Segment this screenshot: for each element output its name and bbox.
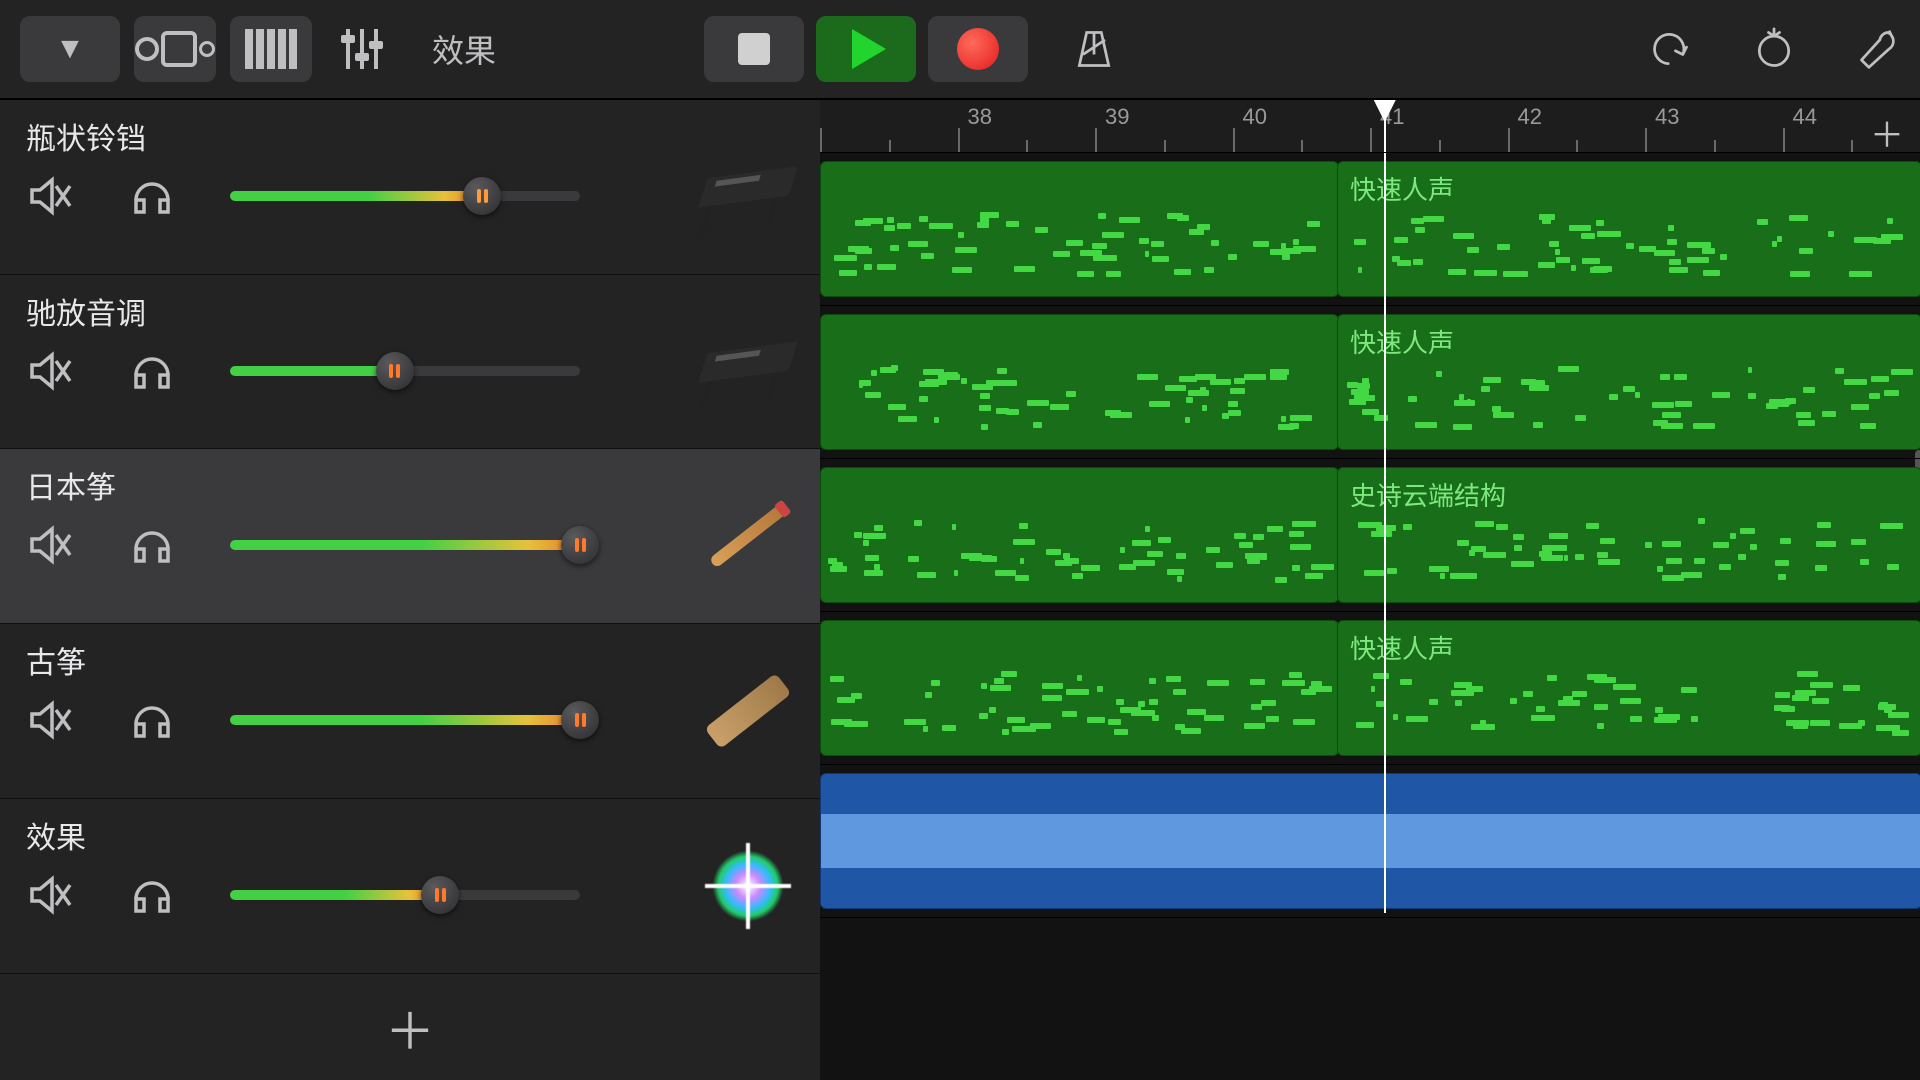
instrument-icon[interactable] <box>700 314 796 410</box>
midi-region[interactable] <box>820 620 1339 756</box>
loop-icon <box>1752 27 1796 71</box>
track-header[interactable]: 瓶状铃铛 <box>0 100 820 275</box>
instrument-icon[interactable] <box>700 488 796 584</box>
volume-slider[interactable] <box>230 185 580 207</box>
ruler-bar-number: 44 <box>1793 104 1817 130</box>
playhead-line <box>1384 153 1386 913</box>
region-label: 快速人声 <box>1350 170 1454 207</box>
midi-notes <box>827 365 1332 439</box>
browser-icon <box>135 31 215 67</box>
ruler-bar-number: 43 <box>1655 104 1679 130</box>
metronome-button[interactable] <box>1072 16 1116 82</box>
midi-notes <box>1344 365 1915 439</box>
playhead[interactable] <box>1384 100 1386 152</box>
solo-headphones-button[interactable] <box>128 347 176 395</box>
midi-notes <box>827 671 1332 745</box>
region-label: 快速人声 <box>1350 629 1454 666</box>
undo-icon <box>1648 27 1692 71</box>
mute-button[interactable] <box>26 696 74 744</box>
add-track-button[interactable]: ＋ <box>0 974 820 1080</box>
play-button[interactable] <box>816 16 916 82</box>
instrument-button[interactable] <box>230 16 312 82</box>
track-header[interactable]: 驰放音调 <box>0 275 820 450</box>
top-toolbar: ▼ .mixer span:nth-child(1)::after{top:6p… <box>0 0 1920 100</box>
midi-notes <box>827 518 1332 592</box>
instrument-icon[interactable] <box>700 139 796 235</box>
track-header-panel: 瓶状铃铛驰放音调日本筝古筝效果 ＋ <box>0 100 820 1080</box>
midi-region[interactable]: 快速人声 <box>1337 620 1920 756</box>
midi-region[interactable]: 史诗云端结构 <box>1337 467 1920 603</box>
volume-slider[interactable] <box>230 884 580 906</box>
solo-headphones-button[interactable] <box>128 871 176 919</box>
track-name: 瓶状铃铛 <box>26 114 800 158</box>
mute-button[interactable] <box>26 172 74 220</box>
region-label: 史诗云端结构 <box>1350 476 1506 513</box>
track-lane[interactable]: 快速人声 <box>820 612 1920 765</box>
ruler-bar-number: 42 <box>1518 104 1542 130</box>
ruler[interactable]: ＋ 3839404142434445 <box>820 100 1920 153</box>
track-name: 驰放音调 <box>26 289 800 333</box>
midi-region[interactable] <box>820 161 1339 297</box>
midi-notes <box>827 212 1332 286</box>
track-name: 古筝 <box>26 638 800 682</box>
ruler-bar-number: 39 <box>1105 104 1129 130</box>
undo-button[interactable] <box>1648 16 1692 82</box>
settings-button[interactable] <box>1856 16 1900 82</box>
view-menu-button[interactable]: ▼ <box>20 16 120 82</box>
mixer-sliders-icon: .mixer span:nth-child(1)::after{top:6px}… <box>346 29 378 69</box>
midi-notes <box>1344 671 1915 745</box>
midi-notes <box>1344 212 1915 286</box>
browser-button[interactable] <box>134 16 216 82</box>
stop-button[interactable] <box>704 16 804 82</box>
clip-lanes: 快速人声快速人声史诗云端结构快速人声 <box>820 153 1920 1080</box>
waveform <box>821 814 1920 868</box>
audio-region[interactable] <box>820 773 1920 909</box>
stop-icon <box>738 33 770 65</box>
midi-notes <box>1344 518 1915 592</box>
mute-button[interactable] <box>26 871 74 919</box>
midi-region[interactable]: 快速人声 <box>1337 314 1920 450</box>
track-lane[interactable]: 快速人声 <box>820 153 1920 306</box>
fx-button[interactable]: 效果 <box>412 16 516 82</box>
wrench-icon <box>1856 27 1900 71</box>
ruler-bar-number: 38 <box>968 104 992 130</box>
ruler-bar-number: 40 <box>1243 104 1267 130</box>
chevron-down-icon: ▼ <box>55 32 85 66</box>
record-icon <box>957 28 999 70</box>
volume-slider[interactable] <box>230 360 580 382</box>
track-header[interactable]: 日本筝 <box>0 449 820 624</box>
track-name: 日本筝 <box>26 463 800 507</box>
midi-region[interactable] <box>820 467 1339 603</box>
solo-headphones-button[interactable] <box>128 696 176 744</box>
instrument-icon[interactable] <box>700 663 796 759</box>
volume-slider[interactable] <box>230 709 580 731</box>
loop-button[interactable] <box>1752 16 1796 82</box>
region-label: 快速人声 <box>1350 323 1454 360</box>
piano-keys-icon <box>245 29 297 69</box>
solo-headphones-button[interactable] <box>128 172 176 220</box>
record-button[interactable] <box>928 16 1028 82</box>
volume-slider[interactable] <box>230 534 580 556</box>
track-header[interactable]: 古筝 <box>0 624 820 799</box>
transport-controls <box>704 16 1028 82</box>
play-icon <box>852 29 886 69</box>
solo-headphones-button[interactable] <box>128 521 176 569</box>
midi-region[interactable] <box>820 314 1339 450</box>
mixer-button[interactable]: .mixer span:nth-child(1)::after{top:6px}… <box>326 16 398 82</box>
mute-button[interactable] <box>26 347 74 395</box>
track-name: 效果 <box>26 813 800 857</box>
add-section-button[interactable]: ＋ <box>1870 108 1904 157</box>
track-lane[interactable]: 史诗云端结构 <box>820 459 1920 612</box>
track-lane[interactable]: 快速人声 <box>820 306 1920 459</box>
metronome-icon <box>1072 27 1116 71</box>
track-header[interactable]: 效果 <box>0 799 820 974</box>
midi-region[interactable]: 快速人声 <box>1337 161 1920 297</box>
timeline-panel: ＋ 3839404142434445 快速人声快速人声史诗云端结构快速人声 <box>820 100 1920 1080</box>
mute-button[interactable] <box>26 521 74 569</box>
track-lane[interactable] <box>820 765 1920 918</box>
instrument-icon[interactable] <box>700 838 796 934</box>
